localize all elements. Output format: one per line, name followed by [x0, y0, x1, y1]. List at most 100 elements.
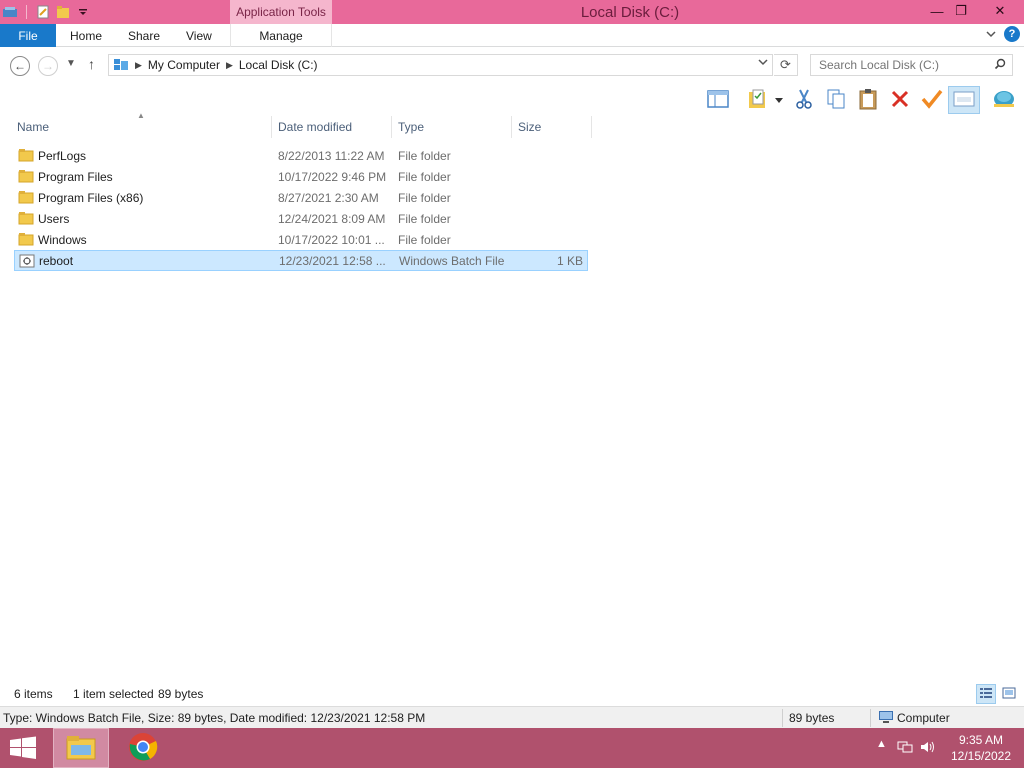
- address-dropdown-icon[interactable]: [758, 58, 768, 69]
- tab-view[interactable]: View: [186, 24, 212, 47]
- file-date-modified: 12/24/2021 8:09 AM: [278, 211, 386, 226]
- network-icon: [992, 88, 1016, 113]
- column-header-size[interactable]: Size: [512, 116, 592, 138]
- computer-zone-icon: [878, 710, 894, 727]
- file-type: File folder: [398, 232, 451, 247]
- view-icon: [953, 90, 975, 111]
- close-icon: ✕: [994, 3, 1006, 18]
- file-date-modified: 10/17/2022 10:01 ...: [278, 232, 385, 247]
- folder-icon: [18, 169, 34, 183]
- paste-button[interactable]: [854, 86, 882, 114]
- quick-access-toolbar: [0, 2, 91, 22]
- breadcrumb-separator-icon[interactable]: ▶: [135, 60, 142, 71]
- volume-icon[interactable]: [920, 740, 936, 757]
- expand-ribbon-icon[interactable]: [986, 27, 996, 41]
- file-type: File folder: [398, 190, 451, 205]
- network-status-icon[interactable]: [897, 740, 913, 757]
- status-bar: 6 items 1 item selected 89 bytes: [0, 684, 1024, 704]
- back-button[interactable]: ←: [10, 56, 30, 76]
- selection-size: 89 bytes: [158, 687, 204, 701]
- column-header-date-modified[interactable]: Date modified: [272, 116, 392, 138]
- column-header-type[interactable]: Type: [392, 116, 512, 138]
- file-row[interactable]: Users 12/24/2021 8:09 AM File folder: [14, 208, 588, 229]
- start-button[interactable]: [8, 736, 38, 760]
- delete-button[interactable]: [886, 86, 914, 114]
- address-bar[interactable]: ▶ My Computer ▶ Local Disk (C:): [108, 54, 773, 76]
- forward-button[interactable]: →: [38, 56, 58, 76]
- zone-label: Computer: [897, 711, 950, 725]
- system-menu-icon[interactable]: [2, 4, 18, 20]
- file-name: reboot: [39, 253, 74, 268]
- search-icon[interactable]: [994, 58, 1006, 73]
- paste-icon: [857, 88, 879, 113]
- properties-icon[interactable]: [35, 4, 51, 20]
- application-tools-tab-group: Application Tools: [230, 0, 332, 24]
- arrow-up-icon: ↑: [88, 56, 95, 72]
- ribbon-right-controls: ?: [986, 26, 1020, 42]
- selection-count: 1 item selected: [73, 687, 154, 701]
- folder-icon: [18, 211, 34, 225]
- network-button[interactable]: [990, 86, 1018, 114]
- folder-icon: [18, 232, 34, 246]
- command-toolbar: [0, 84, 1024, 116]
- file-row[interactable]: Program Files (x86) 8/27/2021 2:30 AM File…: [14, 187, 588, 208]
- cut-icon: [794, 88, 814, 113]
- preview-pane-icon: [707, 89, 729, 112]
- taskbar-file-explorer[interactable]: [53, 728, 109, 768]
- folder-properties-button[interactable]: [744, 86, 772, 114]
- details-divider: [870, 709, 871, 727]
- file-row[interactable]: Program Files 10/17/2022 9:46 PM File fold…: [14, 166, 588, 187]
- view-button[interactable]: [948, 86, 980, 114]
- file-row[interactable]: reboot 12/23/2021 12:58 ... Windows Batch …: [14, 250, 588, 271]
- column-header-name[interactable]: Name: [11, 116, 272, 138]
- taskbar-clock[interactable]: 9:35 AM 12/15/2022: [946, 732, 1016, 764]
- file-type: Windows Batch File: [399, 253, 505, 268]
- tab-file[interactable]: File: [0, 24, 56, 47]
- arrow-left-icon: ←: [14, 59, 26, 73]
- tab-share[interactable]: Share: [128, 24, 160, 47]
- file-row[interactable]: PerfLogs 8/22/2013 11:22 AM File folder: [14, 145, 588, 166]
- help-icon[interactable]: ?: [1004, 26, 1020, 42]
- folder-icon: [18, 148, 34, 162]
- item-count: 6 items: [14, 687, 53, 701]
- new-folder-icon[interactable]: [55, 4, 71, 20]
- refresh-icon: ⟳: [780, 57, 791, 72]
- refresh-button[interactable]: ⟳: [774, 54, 798, 76]
- window-title: Local Disk (C:): [580, 4, 680, 21]
- search-box: [810, 54, 1013, 76]
- breadcrumb-local-disk[interactable]: Local Disk (C:): [239, 58, 318, 72]
- file-type: File folder: [398, 148, 451, 163]
- tab-home[interactable]: Home: [70, 24, 102, 47]
- breadcrumb-separator-icon[interactable]: ▶: [226, 60, 233, 71]
- chrome-icon: [128, 732, 158, 765]
- breadcrumb-my-computer[interactable]: My Computer: [148, 58, 220, 72]
- cut-button[interactable]: [790, 86, 818, 114]
- folder-properties-dropdown[interactable]: [772, 86, 786, 114]
- tab-manage[interactable]: Manage: [230, 24, 332, 47]
- ribbon-tabs: File Home Share View Manage: [0, 24, 1024, 47]
- search-input[interactable]: [811, 55, 986, 75]
- large-icons-view-button[interactable]: [999, 684, 1019, 704]
- file-size-text: 89 bytes: [789, 711, 835, 725]
- check-icon: [921, 89, 943, 112]
- file-date-modified: 12/23/2021 12:58 ...: [279, 253, 386, 268]
- details-bar: Type: Windows Batch File, Size: 89 bytes…: [0, 706, 1024, 728]
- file-row[interactable]: Windows 10/17/2022 10:01 ... File folder: [14, 229, 588, 250]
- recent-locations-icon[interactable]: ▼: [66, 58, 76, 69]
- restore-icon: ❐: [955, 3, 967, 18]
- file-details-text: Type: Windows Batch File, Size: 89 bytes…: [3, 711, 426, 725]
- close-button[interactable]: ✕: [980, 0, 1020, 22]
- taskbar-chrome[interactable]: [115, 728, 171, 768]
- clock-date: 12/15/2022: [950, 749, 1012, 763]
- clock-time: 9:35 AM: [958, 733, 1004, 747]
- details-view-button[interactable]: [976, 684, 996, 704]
- copy-button[interactable]: [822, 86, 850, 114]
- rename-button[interactable]: [918, 86, 946, 114]
- show-hidden-icons-icon[interactable]: ▲: [876, 738, 887, 750]
- up-button[interactable]: ↑: [88, 56, 95, 72]
- minimize-icon: —: [930, 3, 944, 19]
- customize-qat-icon[interactable]: [75, 4, 91, 20]
- taskbar: ▲ 9:35 AM 12/15/2022: [0, 728, 1024, 768]
- maximize-button[interactable]: ❐: [944, 0, 978, 22]
- preview-pane-button[interactable]: [704, 86, 732, 114]
